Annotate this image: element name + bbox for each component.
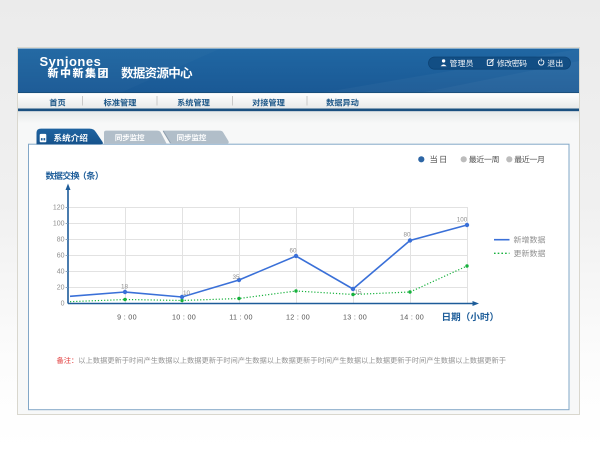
svg-text:18: 18 — [121, 283, 129, 290]
svg-text:40: 40 — [57, 269, 65, 276]
svg-text:100: 100 — [53, 221, 65, 228]
svg-text:15: 15 — [354, 289, 362, 296]
svg-text:14 : 00: 14 : 00 — [400, 312, 424, 321]
svg-text:9 : 00: 9 : 00 — [117, 312, 137, 321]
svg-text:60: 60 — [289, 247, 297, 254]
svg-text:80: 80 — [57, 237, 65, 244]
svg-text:12 : 00: 12 : 00 — [286, 312, 310, 321]
svg-text:120: 120 — [53, 205, 65, 212]
svg-text:10 : 00: 10 : 00 — [172, 312, 196, 321]
svg-text:10: 10 — [183, 290, 191, 297]
svg-text:Synjones: Synjones — [40, 54, 102, 69]
svg-text:60: 60 — [57, 253, 65, 260]
svg-text:35: 35 — [232, 274, 240, 281]
svg-text:11 : 00: 11 : 00 — [229, 312, 253, 321]
svg-text:13 : 00: 13 : 00 — [343, 312, 367, 321]
svg-text:100: 100 — [457, 216, 468, 223]
svg-text:20: 20 — [57, 285, 65, 292]
svg-text:0: 0 — [61, 301, 65, 308]
svg-text:80: 80 — [403, 232, 411, 239]
